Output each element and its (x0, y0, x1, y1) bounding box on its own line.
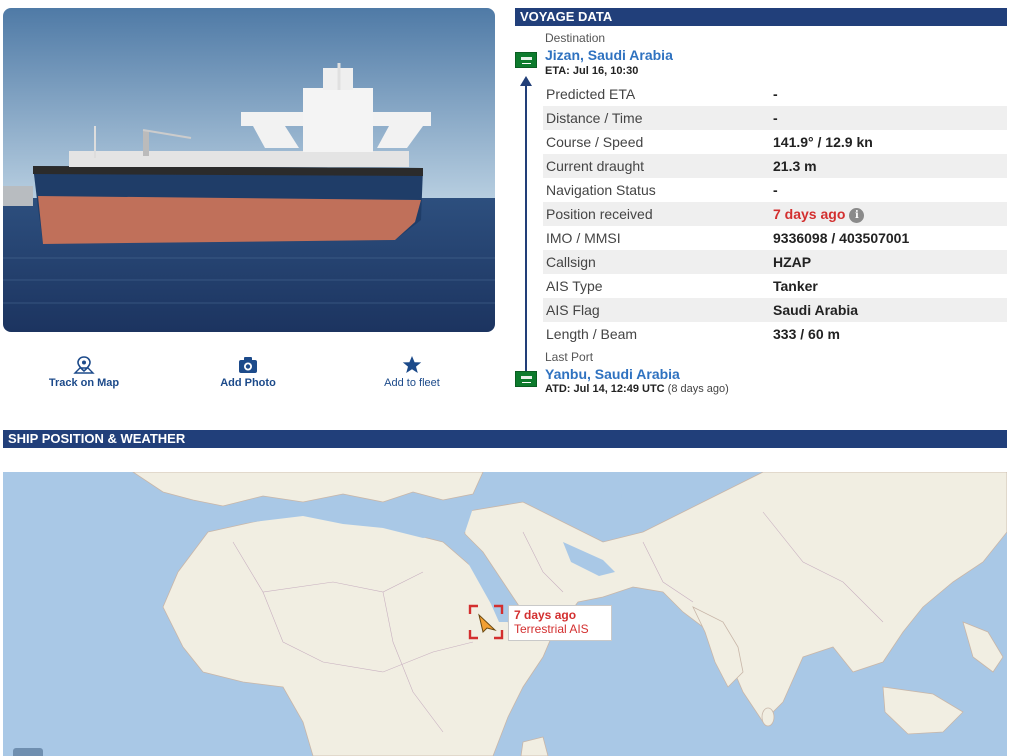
destination-eta: ETA: Jul 16, 10:30 (545, 65, 639, 77)
info-icon[interactable]: i (849, 207, 865, 223)
map-pin-icon (24, 355, 144, 375)
voyage-data-table: Predicted ETA - Distance / Time - Course /… (543, 82, 1007, 346)
callsign-value: HZAP (773, 250, 1007, 274)
table-row: Navigation Status - (543, 178, 1007, 202)
navigation-status-value: - (773, 182, 778, 198)
position-received-value: 7 days ago (773, 205, 846, 222)
table-row: AIS Flag Saudi Arabia (543, 298, 1007, 322)
ship-photo (3, 8, 495, 332)
star-icon (352, 355, 472, 375)
tanker-image (3, 8, 495, 332)
voyage-data-header: VOYAGE DATA (515, 8, 1007, 26)
destination-caption: Destination (545, 31, 606, 45)
ship-position-header: SHIP POSITION & WEATHER (3, 430, 1007, 448)
ais-flag-value: Saudi Arabia (773, 298, 1007, 322)
track-on-map-button[interactable]: Track on Map (24, 355, 144, 389)
voyage-data-panel: Destination Jizan, Saudi Arabia ETA: Jul… (515, 26, 1007, 406)
current-draught-value: 21.3 m (773, 154, 1007, 178)
position-received-cell: 7 days ago i (773, 202, 1007, 226)
table-row: Course / Speed 141.9° / 12.9 kn (543, 130, 1007, 154)
saudi-flag-icon (515, 52, 537, 68)
table-row: AIS Type Tanker (543, 274, 1007, 298)
ship-position-callout: 7 days ago Terrestrial AIS (508, 605, 612, 641)
current-draught-label: Current draught (543, 154, 773, 178)
distance-time-label: Distance / Time (543, 106, 773, 130)
table-row: Length / Beam 333 / 60 m (543, 322, 1007, 346)
route-line (525, 82, 527, 372)
ais-type-label: AIS Type (546, 278, 603, 294)
add-to-fleet-label: Add to fleet (384, 377, 440, 389)
callsign-label: Callsign (543, 250, 773, 274)
imo-mmsi-label: IMO / MMSI (546, 230, 621, 246)
saudi-flag-icon (515, 371, 537, 387)
course-speed-value: 141.9° / 12.9 kn (773, 134, 873, 150)
ship-actions: Track on Map Add Photo Add to fleet (3, 355, 495, 395)
navigation-status-label: Navigation Status (546, 182, 656, 198)
camera-icon (188, 355, 308, 375)
world-map (132, 472, 1007, 756)
add-photo-label: Add Photo (220, 377, 276, 389)
atd-relative: (8 days ago) (667, 383, 729, 395)
ais-flag-label: AIS Flag (543, 298, 773, 322)
distance-time-value: - (773, 106, 1007, 130)
table-row: Position received 7 days ago i (543, 202, 1007, 226)
ship-position-map[interactable]: 7 days ago Terrestrial AIS (3, 472, 1007, 756)
destination-port-link[interactable]: Jizan, Saudi Arabia (545, 47, 673, 63)
predicted-eta-label: Predicted ETA (546, 86, 636, 102)
route-arrow-icon (520, 76, 532, 86)
imo-mmsi-value: 9336098 / 403507001 (773, 230, 910, 246)
last-port-caption: Last Port (545, 350, 594, 364)
course-speed-label: Course / Speed (546, 134, 644, 150)
atd-time: ATD: Jul 14, 12:49 UTC (545, 383, 665, 395)
track-on-map-label: Track on Map (48, 377, 120, 389)
callout-age: 7 days ago (514, 608, 577, 622)
length-beam-label: Length / Beam (546, 326, 638, 342)
callout-source: Terrestrial AIS (514, 622, 589, 636)
position-received-label: Position received (543, 202, 773, 226)
table-row: Distance / Time - (543, 106, 1007, 130)
table-row: Current draught 21.3 m (543, 154, 1007, 178)
ship-marker[interactable] (468, 604, 504, 640)
table-row: IMO / MMSI 9336098 / 403507001 (543, 226, 1007, 250)
map-expand-button[interactable] (13, 748, 43, 756)
table-row: Callsign HZAP (543, 250, 1007, 274)
ais-type-value: Tanker (773, 278, 818, 294)
add-to-fleet-button[interactable]: Add to fleet (352, 355, 472, 389)
last-port-link[interactable]: Yanbu, Saudi Arabia (545, 366, 680, 382)
length-beam-value: 333 / 60 m (773, 326, 840, 342)
predicted-eta-value: - (773, 86, 778, 102)
table-row: Predicted ETA - (543, 82, 1007, 106)
ship-arrow-icon (468, 604, 504, 640)
add-photo-button[interactable]: Add Photo (188, 355, 308, 389)
last-port-atd: ATD: Jul 14, 12:49 UTC (8 days ago) (545, 383, 729, 395)
